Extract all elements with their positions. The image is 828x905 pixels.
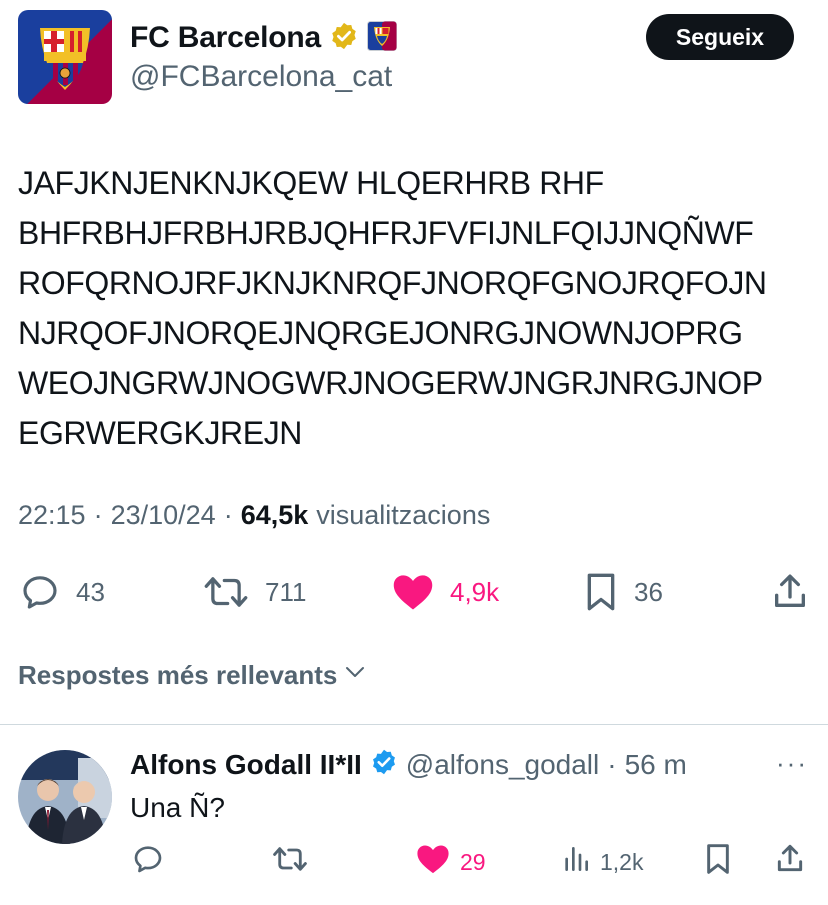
reply-button[interactable]: 43 (20, 568, 105, 616)
blue-verified-icon (370, 748, 398, 783)
author-avatar[interactable] (18, 10, 112, 104)
fcb-crest-icon (18, 10, 112, 104)
author-handle[interactable]: @FCBarcelona_cat (130, 60, 392, 94)
share-icon (770, 572, 810, 612)
reply-text: Una Ñ? (130, 792, 225, 823)
reply-repost-button[interactable] (272, 842, 308, 882)
reply-separator: · (607, 749, 617, 780)
gold-verified-icon (329, 21, 359, 56)
reply-like-button[interactable]: 29 (416, 842, 486, 882)
share-button[interactable] (770, 568, 810, 616)
reply-count: 43 (76, 576, 105, 607)
more-options-icon[interactable]: ··· (776, 748, 808, 779)
heart-filled-icon (416, 843, 450, 881)
reply-display-name[interactable]: Alfons Godall II*II (130, 749, 362, 781)
reply-views-count: 1,2k (600, 848, 644, 875)
tweet-meta: 22:15 · 23/10/24 · 64,5k visualitzacions (18, 500, 490, 531)
heart-filled-icon (392, 572, 434, 612)
reply-like-count: 29 (460, 848, 486, 875)
tweet-text-line: WEOJNGRWJNOGWRJNOGERWJNGRJNRGJNOP (18, 365, 763, 401)
portrait-photo-icon (18, 750, 112, 844)
repost-count: 711 (265, 576, 307, 607)
reply-header: Alfons Godall II*II @alfons_godall · 56 … (130, 744, 687, 786)
repost-button[interactable]: 711 (203, 568, 306, 616)
like-button[interactable]: 4,9k (392, 568, 499, 616)
views-count[interactable]: 64,5k (241, 500, 309, 531)
author-display-name[interactable]: FC Barcelona (130, 21, 321, 55)
affiliate-badge-icon[interactable] (367, 20, 397, 56)
replies-sort-label: Respostes més rellevants (18, 660, 338, 690)
reply-bookmark-button[interactable] (704, 842, 732, 882)
share-icon (774, 843, 806, 881)
tweet-text-line: JAFJKNJENKNJKQEW HLQERHRB RHF (18, 165, 604, 201)
views-label: visualitzacions (316, 500, 491, 530)
bookmark-icon (704, 843, 732, 881)
tweet-text: JAFJKNJENKNJKQEW HLQERHRB RHF BHFRBHJFRB… (18, 158, 818, 458)
divider (0, 724, 828, 725)
bar-chart-icon (562, 843, 590, 881)
reply-handle[interactable]: @alfons_godall (406, 749, 599, 781)
tweet-text-line: EGRWERGKJREJN (18, 415, 303, 451)
meta-separator: · (93, 500, 103, 530)
tweet-time[interactable]: 22:15 (18, 500, 86, 531)
bookmark-icon (584, 572, 618, 612)
tweet-text-line: ROFQRNOJRFJKNJKNRQFJNORQFGNOJRQFOJN (18, 265, 767, 301)
reply-reply-button[interactable] (132, 842, 164, 882)
meta-separator: · (223, 500, 233, 530)
tweet-text-line: BHFRBHJFRBHJRBJQHFRJFVFIJNLFQIJJNQÑWF (18, 215, 754, 251)
follow-button[interactable]: Segueix (646, 14, 794, 60)
reply-author-avatar[interactable] (18, 750, 112, 844)
bookmark-count: 36 (634, 576, 663, 607)
replies-sort-dropdown[interactable]: Respostes més rellevants (18, 660, 367, 691)
reply-time[interactable]: 56 m (625, 749, 687, 781)
reply-icon (132, 843, 164, 881)
like-count: 4,9k (450, 576, 500, 607)
reply-share-button[interactable] (774, 842, 806, 882)
reply-views-button[interactable]: 1,2k (562, 842, 643, 882)
tweet-date[interactable]: 23/10/24 (111, 500, 216, 531)
chevron-down-icon (343, 660, 367, 691)
repost-icon (272, 843, 308, 881)
repost-icon (203, 572, 249, 612)
reply-icon (20, 572, 60, 612)
bookmark-button[interactable]: 36 (584, 568, 663, 616)
tweet-text-line: NJRQOFJNORQEJNQRGEJONRGJNOWNJOPRG (18, 315, 743, 351)
author-name-row: FC Barcelona (130, 18, 397, 58)
